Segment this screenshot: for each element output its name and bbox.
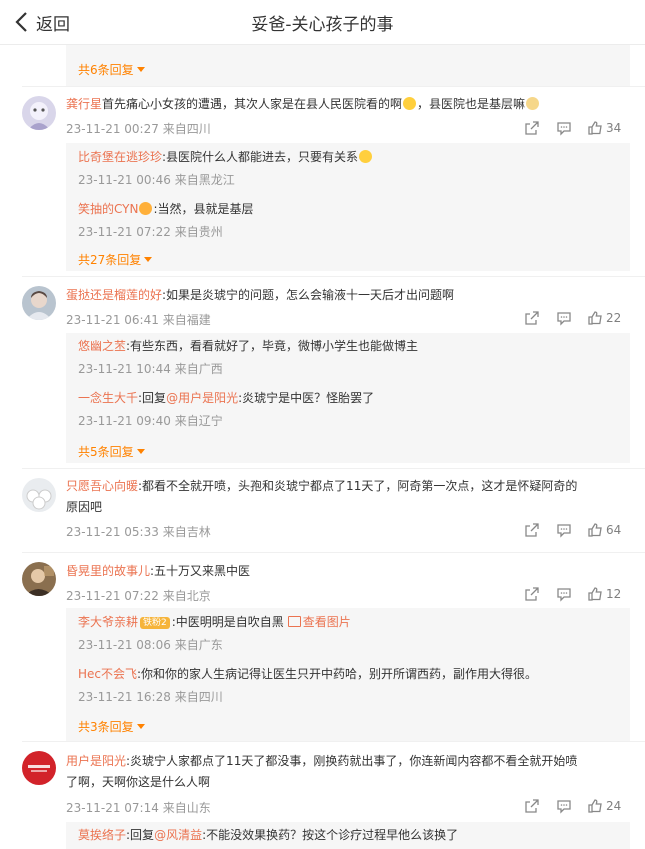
comment-icon[interactable] (556, 310, 574, 328)
fan-badge-icon: 铁粉2 (140, 617, 170, 629)
comment-actions: 64 (520, 522, 632, 540)
reply-list: 李大爷亲耕 铁粉2:中医明明是自吹自黑 查看图片 23-11-21 08:06 来自… (66, 608, 630, 741)
reply-username[interactable]: 一念生大千 (78, 391, 138, 405)
like-icon[interactable] (587, 120, 605, 138)
avatar[interactable] (22, 751, 56, 785)
share-icon[interactable] (524, 522, 542, 540)
comment-actions: 34 (520, 120, 632, 138)
like-count: 12 (606, 587, 622, 601)
comment-meta: 23-11-21 06:41 来自福建 (66, 313, 211, 327)
comment-text: 只愿吾心向暖:都看不全就开喷，头孢和炎琥宁都点了11天了，阿奇第一次点，这才是怀… (66, 479, 578, 514)
avatar[interactable] (22, 562, 56, 596)
back-button[interactable]: 返回 (14, 10, 70, 35)
comment-text: 龚行星首先痛心小女孩的遭遇，其次人家是在县人民医院看的啊 ，县医院也是基层嘛 (66, 94, 632, 115)
emoji-icon (139, 202, 153, 215)
divider (22, 741, 645, 742)
comment-actions: 12 (520, 586, 632, 604)
reply-item: 悠幽之苤:有些东西，看看就好了，毕竟，微博小学生也能做博主 23-11-21 1… (78, 339, 419, 376)
comment-icon[interactable] (556, 798, 574, 816)
caret-down-icon (136, 67, 145, 72)
caret-down-icon (144, 257, 153, 262)
reply-item: 笑抽的CYN:当然，县就是基层 23-11-21 07:22 来自贵州 (78, 202, 254, 239)
back-chevron-icon (14, 11, 30, 33)
reply-item: 比奇堡在逃珍珍:县医院什么人都能进去，只要有关系 23-11-21 00:46 … (78, 148, 622, 188)
reply-list-partial: 共6条回复 (66, 44, 630, 86)
comment-icon[interactable] (556, 522, 574, 540)
emoji-icon (359, 150, 373, 163)
reply-username[interactable]: 比奇堡在逃珍珍 (78, 150, 162, 164)
like-count: 34 (606, 121, 622, 135)
more-replies-link[interactable]: 共3条回复 (78, 718, 145, 735)
caret-down-icon (136, 724, 145, 729)
reply-username[interactable]: 莫挨络子 (78, 828, 126, 842)
divider (22, 276, 645, 277)
mention-link[interactable]: @用户是阳光 (166, 391, 238, 405)
page-title: 妥爸-关心孩子的事 (251, 15, 394, 35)
comment-actions: 24 (520, 798, 632, 816)
reply-item: Hec不会飞:你和你的家人生病记得让医生只开中药哈，别开所谓西药，副作用大得很。… (78, 667, 538, 704)
comment-meta: 23-11-21 05:33 来自吉林 (66, 525, 211, 539)
divider (22, 86, 645, 87)
comment-username[interactable]: 只愿吾心向暖 (66, 479, 138, 493)
comment-meta: 23-11-21 07:14 来自山东 (66, 801, 211, 815)
caret-down-icon (136, 449, 145, 454)
like-icon[interactable] (587, 798, 605, 816)
like-icon[interactable] (587, 586, 605, 604)
comment-username[interactable]: 用户是阳光 (66, 754, 126, 768)
view-image-link[interactable]: 查看图片 (303, 615, 351, 629)
doge-emoji-icon (526, 97, 540, 110)
more-replies-link[interactable]: 共5条回复 (78, 443, 145, 460)
comment-meta: 23-11-21 00:27 来自四川 (66, 122, 211, 136)
comment-username[interactable]: 蛋挞还是榴莲的好 (66, 288, 162, 302)
avatar[interactable] (22, 96, 56, 130)
comment-text: 用户是阳光:炎琥宁人家都点了11天了都没事，刚换药就出事了，你连新闻内容都不看全… (66, 754, 578, 789)
like-count: 64 (606, 523, 622, 537)
comment-meta: 23-11-21 07:22 来自北京 (66, 589, 211, 603)
mention-link[interactable]: @风清益 (154, 828, 202, 842)
reply-username[interactable]: 李大爷亲耕 (78, 615, 138, 629)
comment-actions: 22 (520, 310, 632, 328)
more-replies-link[interactable]: 共6条回复 (78, 61, 145, 78)
reply-list: 比奇堡在逃珍珍:县医院什么人都能进去，只要有关系 23-11-21 00:46 … (66, 143, 630, 271)
share-icon[interactable] (524, 798, 542, 816)
like-icon[interactable] (587, 522, 605, 540)
comment-icon[interactable] (556, 586, 574, 604)
reply-item: 莫挨络子:回复@风清益:不能没效果换药？按这个诊疗过程早他么该换了 (78, 828, 459, 842)
comment-username[interactable]: 龚行星 (66, 97, 102, 111)
reply-list: 悠幽之苤:有些东西，看看就好了，毕竟，微博小学生也能做博主 23-11-21 1… (66, 333, 630, 463)
divider (22, 552, 645, 553)
avatar[interactable] (22, 286, 56, 320)
comment-text: 蛋挞还是榴莲的好:如果是炎琥宁的问题，怎么会输液十一天后才出问题啊 (66, 288, 455, 302)
reply-username[interactable]: 笑抽的CYN (78, 202, 138, 216)
image-icon (287, 616, 301, 627)
like-icon[interactable] (587, 310, 605, 328)
top-navigation-bar: 返回 妥爸-关心孩子的事 (0, 0, 645, 45)
comment-icon[interactable] (556, 120, 574, 138)
like-count: 22 (606, 311, 622, 325)
divider (22, 468, 645, 469)
crying-emoji-icon (403, 97, 417, 110)
reply-username[interactable]: Hec不会飞 (78, 667, 137, 681)
like-count: 24 (606, 799, 622, 813)
share-icon[interactable] (524, 586, 542, 604)
comment-text: 昏晃里的故事儿:五十万又来黑中医 (66, 564, 251, 578)
share-icon[interactable] (524, 120, 542, 138)
reply-list: 莫挨络子:回复@风清益:不能没效果换药？按这个诊疗过程早他么该换了 (66, 822, 630, 849)
back-label: 返回 (36, 14, 70, 35)
reply-item: 李大爷亲耕 铁粉2:中医明明是自吹自黑 查看图片 23-11-21 08:06 来自… (78, 615, 351, 652)
more-replies-link[interactable]: 共27条回复 (78, 251, 153, 268)
share-icon[interactable] (524, 310, 542, 328)
reply-item: 一念生大千:回复@用户是阳光:炎琥宁是中医？怪胎罢了 23-11-21 09:4… (78, 391, 375, 428)
avatar[interactable] (22, 478, 56, 512)
reply-username[interactable]: 悠幽之苤 (78, 339, 126, 353)
comment-username[interactable]: 昏晃里的故事儿 (66, 564, 150, 578)
